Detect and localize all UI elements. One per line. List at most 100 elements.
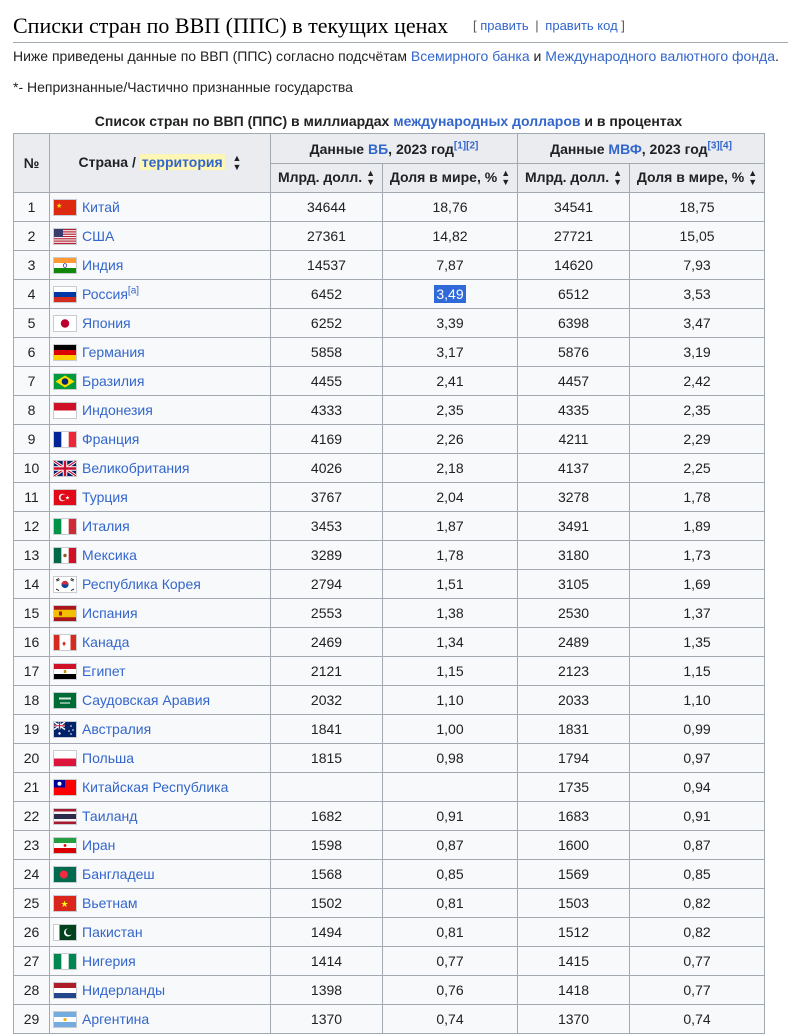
wb-share-cell: 3,17: [381, 337, 519, 367]
flag-pakistan-icon: [54, 925, 76, 940]
country-cell: Бангладеш: [49, 859, 271, 889]
country-link[interactable]: Польша: [82, 750, 134, 766]
wb-share-value: 3,17: [436, 344, 464, 360]
wb-bln-cell: 4169: [270, 424, 383, 454]
flag-egypt-icon: [54, 664, 76, 679]
wb-bln-cell: 4455: [270, 366, 383, 396]
imf-share-cell: 1,78: [629, 482, 766, 512]
imf-bln-cell: 1569: [517, 859, 631, 889]
rank-cell: 7: [13, 366, 50, 396]
wb-share-cell: 1,78: [381, 540, 519, 570]
imf-share-cell: 0,87: [629, 830, 766, 860]
rank-cell: 4: [13, 279, 50, 309]
header-wb-year: , 2023 год: [388, 140, 454, 157]
country-link[interactable]: Саудовская Аравия: [82, 692, 210, 708]
note-paragraph: *- Непризнанные/Частично признанные госу…: [13, 79, 353, 95]
imf-bln-cell: 27721: [517, 221, 631, 251]
header-world-bank: Данные ВБ, 2023 год[1][2]: [269, 133, 519, 164]
country-link[interactable]: Нидерланды: [82, 982, 165, 998]
country-link[interactable]: Китайская Республика: [82, 779, 228, 795]
imf-bln-cell: 6512: [517, 279, 631, 309]
wb-link[interactable]: ВБ: [368, 141, 388, 157]
imf-link[interactable]: Международного валютного фонда: [545, 48, 775, 64]
sort-icon[interactable]: ▲ ▼: [501, 169, 510, 187]
country-link[interactable]: Франция: [82, 431, 139, 447]
country-link[interactable]: Канада: [82, 634, 129, 650]
country-link[interactable]: Индонезия: [82, 402, 153, 418]
sort-icon[interactable]: ▲ ▼: [748, 169, 757, 187]
wb-share-cell: 0,77: [381, 946, 519, 976]
wb-share-cell: 2,18: [381, 453, 519, 483]
wb-share-value: 14,82: [432, 228, 468, 244]
wb-bln-cell: 4333: [270, 395, 383, 425]
flag-saudi-icon: [54, 693, 76, 708]
country-link[interactable]: Нигерия: [82, 953, 136, 969]
flag-brazil-icon: [54, 374, 76, 389]
table-row: 10 Великобритания 4026 2,18 4137 2,25: [13, 453, 766, 483]
country-link[interactable]: Германия: [82, 344, 145, 360]
intro-text: Ниже приведены данные по ВВП (ППС) согла…: [13, 48, 411, 64]
imf-bln-cell: 4211: [517, 424, 631, 454]
wb-share-cell: 0,81: [381, 888, 519, 918]
imf-refs[interactable]: [3][4]: [708, 140, 732, 151]
header-wb-bln[interactable]: Млрд. долл. ▲ ▼: [270, 163, 383, 193]
wb-bln-cell: 3289: [270, 540, 383, 570]
country-cell: Индонезия: [49, 395, 271, 425]
country-link[interactable]: Вьетнам: [82, 895, 138, 911]
intl-dollars-link[interactable]: международных долларов: [393, 113, 580, 129]
table-row: 19 Австралия 1841 1,00 1831 0,99: [13, 714, 766, 744]
imf-header-link[interactable]: МВФ: [608, 141, 641, 157]
table-row: 26 Пакистан 1494 0,81 1512 0,82: [13, 917, 766, 947]
wb-refs[interactable]: [1][2]: [454, 140, 478, 151]
header-number[interactable]: №: [13, 133, 50, 193]
country-link[interactable]: Китай: [82, 199, 120, 215]
country-cell: Испания: [49, 598, 271, 628]
country-link[interactable]: Пакистан: [82, 924, 143, 940]
sort-icon[interactable]: ▲ ▼: [233, 154, 242, 172]
country-link[interactable]: Испания: [82, 605, 138, 621]
wb-share-value: 0,77: [436, 953, 464, 969]
country-link[interactable]: Мексика: [82, 547, 137, 563]
country-link[interactable]: Бангладеш: [82, 866, 155, 882]
header-imf-bln[interactable]: Млрд. долл. ▲ ▼: [517, 163, 631, 193]
rank-cell: 29: [13, 1004, 50, 1034]
table-row: 5 Япония 6252 3,39 6398 3,47: [13, 308, 766, 338]
country-link[interactable]: Япония: [82, 315, 131, 331]
sort-icon[interactable]: ▲ ▼: [613, 169, 622, 187]
country-link[interactable]: Турция: [82, 489, 128, 505]
wb-share-cell: 0,98: [381, 743, 519, 773]
imf-share-cell: 0,85: [629, 859, 766, 889]
edit-code-link[interactable]: править код: [545, 18, 617, 33]
country-link[interactable]: Австралия: [82, 721, 151, 737]
flag-bangladesh-icon: [54, 867, 76, 882]
bracket-close: ]: [621, 18, 625, 33]
country-link[interactable]: Таиланд: [82, 808, 137, 824]
country-link[interactable]: Великобритания: [82, 460, 190, 476]
wb-bln-cell: 1568: [270, 859, 383, 889]
header-country[interactable]: Страна / территория ▲ ▼: [49, 133, 271, 193]
country-link[interactable]: Италия: [82, 518, 130, 534]
wb-share-cell: 18,76: [381, 192, 519, 222]
imf-bln-cell: 1831: [517, 714, 631, 744]
header-wb-share[interactable]: Доля в мире, % ▲ ▼: [381, 163, 519, 193]
country-link[interactable]: США: [82, 228, 114, 244]
sort-icon[interactable]: ▲ ▼: [366, 169, 375, 187]
country-note-ref[interactable]: [a]: [128, 285, 139, 296]
header-imf-share[interactable]: Доля в мире, % ▲ ▼: [629, 163, 766, 193]
country-link[interactable]: Иран: [82, 837, 115, 853]
country-link[interactable]: Россия: [82, 286, 128, 302]
world-bank-link[interactable]: Всемирного банка: [411, 48, 530, 64]
country-link[interactable]: Бразилия: [82, 373, 144, 389]
wb-share-value: 2,04: [436, 489, 464, 505]
edit-link[interactable]: править: [480, 18, 528, 33]
rank-cell: 26: [13, 917, 50, 947]
imf-bln-cell: 3491: [517, 511, 631, 541]
territory-link[interactable]: территория: [139, 153, 225, 170]
imf-bln-cell: 1600: [517, 830, 631, 860]
wb-share-value: 1,10: [436, 692, 464, 708]
country-link[interactable]: Аргентина: [82, 1011, 149, 1027]
country-link[interactable]: Республика Корея: [82, 576, 201, 592]
country-link[interactable]: Индия: [82, 257, 123, 273]
country-link[interactable]: Египет: [82, 663, 126, 679]
imf-share-cell: 0,77: [629, 946, 766, 976]
